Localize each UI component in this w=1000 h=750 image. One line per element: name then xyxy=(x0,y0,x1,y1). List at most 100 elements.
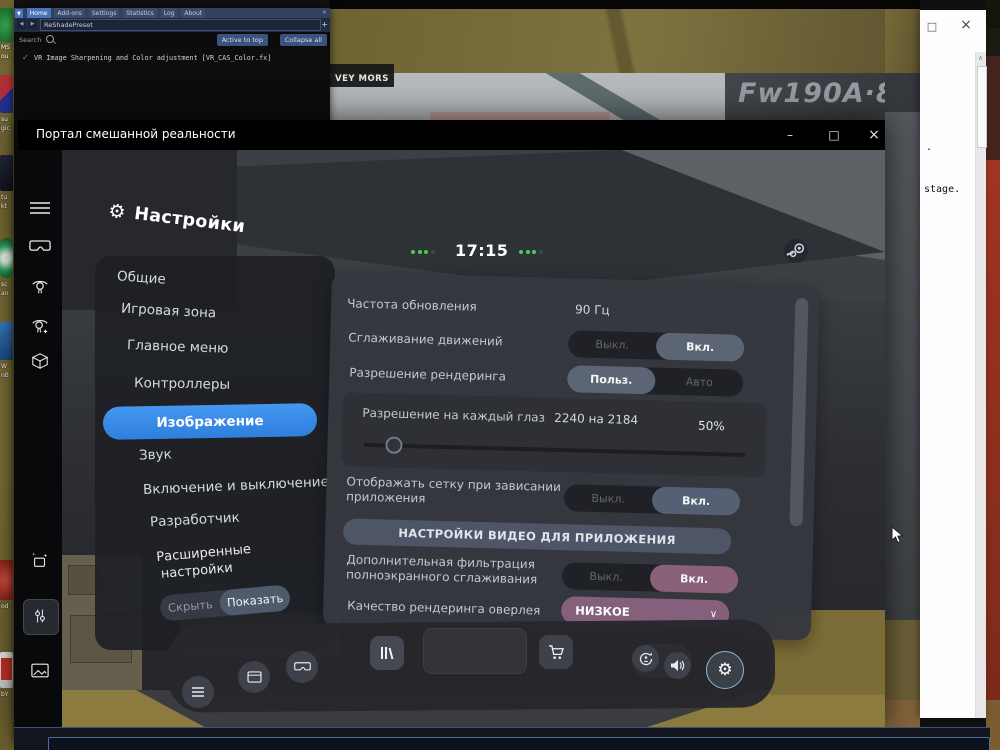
dashboard-desktop-button[interactable] xyxy=(238,661,270,693)
dashboard-settings-button[interactable]: ⚙ xyxy=(706,651,744,689)
resolution-auto-option[interactable]: Авто xyxy=(655,368,744,397)
per-eye-label: Разрешение на каждый глаз xyxy=(362,405,546,425)
screen-right-edge: ни а .. й з.. к ... xt xyxy=(986,0,1000,750)
maximize-button[interactable]: □ xyxy=(820,123,848,147)
close-button[interactable]: × xyxy=(860,123,888,147)
steam-icon[interactable] xyxy=(783,238,809,264)
desktop-icon-label: nB xyxy=(1,372,9,379)
dashboard-menu-button[interactable] xyxy=(182,676,214,708)
menu-item-general[interactable]: Общие xyxy=(117,268,167,287)
reshade-close-icon[interactable]: × xyxy=(322,8,327,18)
vr-settings-panel: Частота обновления 90 Гц Сглаживание дви… xyxy=(322,272,820,641)
vr-clock: 17:15 xyxy=(455,241,509,260)
filter-toggle: Выкл. Вкл. xyxy=(561,562,739,594)
search-input[interactable]: Search xyxy=(19,36,41,44)
wing-seam xyxy=(380,9,860,73)
desktop-icon-label: ou xyxy=(1,53,9,60)
settings-sliders-icon[interactable] xyxy=(26,602,54,630)
image-icon[interactable] xyxy=(26,656,54,684)
grid-on-option[interactable]: Вкл. xyxy=(651,486,741,516)
notepad-window: □ × . stage. ∧ xyxy=(920,10,987,718)
filter-off-option[interactable]: Выкл. xyxy=(562,562,651,591)
menu-item-controllers[interactable]: Контроллеры xyxy=(134,375,230,393)
notepad-scrollbar[interactable]: ∧ xyxy=(975,52,987,718)
advanced-hide-option[interactable]: Скрыть xyxy=(159,590,222,621)
hamburger-menu-button[interactable] xyxy=(26,194,54,222)
app-video-settings-text: НАСТРОЙКИ ВИДЕО ДЛЯ ПРИЛОЖЕНИЯ xyxy=(398,525,677,548)
portal-titlebar[interactable]: Портал смешанной реальности – □ × xyxy=(18,120,885,150)
mouse-cursor xyxy=(891,526,904,545)
menu-item-video-label: Изображение xyxy=(156,412,264,431)
settings-panel-scrollbar[interactable] xyxy=(789,298,809,527)
shader-checkbox[interactable]: ✓ xyxy=(22,53,29,62)
minimize-button[interactable]: – xyxy=(776,123,804,147)
desktop-icon-label: od xyxy=(1,603,9,610)
reshade-preset-bar: ◀ ▶ ReShadePreset + xyxy=(14,18,330,32)
volume-button[interactable] xyxy=(664,652,691,679)
desktop-icon[interactable] xyxy=(0,8,13,42)
desktop-icon[interactable] xyxy=(0,75,13,113)
headset-icon[interactable] xyxy=(26,232,54,260)
notepad-text-line: . xyxy=(926,142,933,153)
grid-off-option[interactable]: Выкл. xyxy=(564,484,653,513)
smoothing-off-option[interactable]: Выкл. xyxy=(568,330,657,359)
scroll-up-icon[interactable]: ∧ xyxy=(978,54,983,62)
resolution-custom-option[interactable]: Польз. xyxy=(566,365,656,395)
portal-sidebar: ••• xyxy=(18,150,62,735)
plane-marking-label: Fw190A·8 xyxy=(738,78,896,109)
resolution-slider-track[interactable] xyxy=(363,442,746,457)
desktop-icon-glyph xyxy=(1,658,12,680)
per-eye-value: 2240 на 2184 xyxy=(554,410,639,428)
bottom-overlay-inner-bar xyxy=(48,737,990,750)
desktop-icon[interactable] xyxy=(0,238,13,278)
reshade-shader-list: ✓ VR Image Sharpening and Color adjustme… xyxy=(14,47,330,123)
preset-name-field[interactable]: ReShadePreset xyxy=(40,19,321,31)
desktop-icon[interactable] xyxy=(0,560,13,600)
desktop-icon-label: W xyxy=(1,363,7,370)
preset-add-button[interactable]: + xyxy=(321,19,328,30)
player-name-text: VEY MORS xyxy=(335,74,389,84)
shader-item-label[interactable]: VR Image Sharpening and Color adjustment… xyxy=(34,54,271,62)
battery-indicator-left xyxy=(411,250,435,254)
desktop-icon[interactable] xyxy=(0,322,13,360)
notepad-close-button[interactable]: × xyxy=(954,13,978,37)
boundary-icon[interactable] xyxy=(26,347,54,375)
menu-item-audio[interactable]: Звук xyxy=(139,446,172,463)
smoothing-on-option[interactable]: Вкл. xyxy=(655,332,745,362)
dashboard-vr-view-button[interactable] xyxy=(286,651,318,683)
preset-prev-button[interactable]: ◀ xyxy=(17,20,26,29)
vr-scene: ⚙ Настройки 17:15 Общие Игровая зона Гла… xyxy=(62,150,885,730)
search-icon-handle xyxy=(53,41,56,44)
desktop-icon[interactable] xyxy=(0,155,13,191)
filter-on-option[interactable]: Вкл. xyxy=(649,564,739,594)
controller-left-icon[interactable] xyxy=(26,272,54,300)
app-video-settings-banner: НАСТРОЙКИ ВИДЕО ДЛЯ ПРИЛОЖЕНИЯ xyxy=(342,518,732,555)
resolution-slider-handle[interactable] xyxy=(385,436,403,454)
overlay-quality-value: НИЗКОЕ xyxy=(575,603,630,619)
active-to-top-button[interactable]: Active to top xyxy=(216,34,268,46)
notepad-scroll-thumb[interactable] xyxy=(977,66,987,148)
notepad-text-line: stage. xyxy=(924,184,961,195)
motion-smoothing-toggle: Выкл. Вкл. xyxy=(567,330,745,362)
menu-item-video-selected[interactable]: Изображение xyxy=(102,403,318,440)
desktop-icon-label: sc xyxy=(1,281,8,288)
desktop-icon-label: tu xyxy=(1,194,8,201)
game-top-black-strip xyxy=(330,0,905,9)
new-experience-icon[interactable] xyxy=(26,546,54,574)
recenter-button[interactable] xyxy=(632,645,659,672)
reshade-menubar: ▼ Home Add-ons Settings Statistics Log A… xyxy=(14,8,330,20)
desktop-icon-label: su xyxy=(1,116,8,123)
dashboard-library-button[interactable] xyxy=(370,636,404,670)
notepad-maximize-button[interactable]: □ xyxy=(920,14,944,38)
gear-icon: ⚙ xyxy=(717,660,733,680)
chevron-down-icon: ∨ xyxy=(709,608,718,620)
dashboard-app-slot[interactable] xyxy=(423,628,527,674)
collapse-all-button[interactable]: Collapse all xyxy=(279,34,327,46)
bottom-overlay-bar xyxy=(14,727,990,750)
preset-next-button[interactable]: ▶ xyxy=(28,20,37,29)
motion-smoothing-label: Сглаживание движений xyxy=(348,330,503,349)
controller-right-icon[interactable] xyxy=(26,312,54,340)
desktop-icon-strip: MS ou su gic tu kt sc an W nB od bY xyxy=(0,0,14,750)
desktop-icon-label: kt xyxy=(1,203,7,210)
dashboard-store-button[interactable] xyxy=(539,635,573,669)
